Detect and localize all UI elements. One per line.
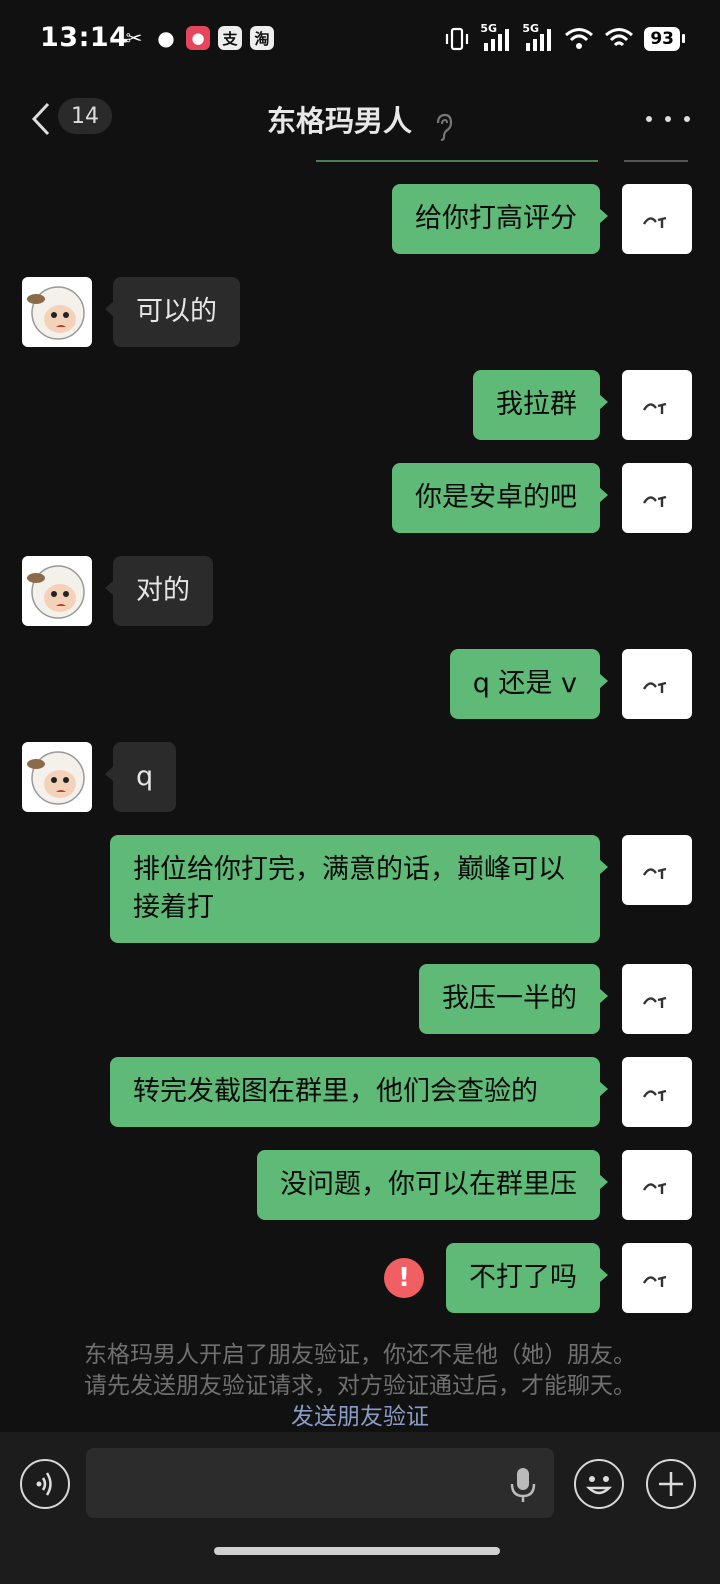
ear-icon [436,113,453,141]
voice-wave-icon [36,1472,52,1496]
message-row: q [0,742,720,814]
message-row: 我压一半的 [0,964,720,1036]
more-functions-button[interactable] [646,1459,696,1509]
flame-icon: ● [157,26,175,50]
clipped-avatar-edge [624,160,688,162]
my-avatar[interactable] [622,370,692,440]
status-time: 13:14 [40,22,129,53]
outgoing-bubble[interactable]: 你是安卓的吧 [392,463,608,533]
message-row: ! 不打了吗 [0,1243,720,1315]
outgoing-bubble[interactable]: 没问题，你可以在群里压 [257,1150,608,1220]
message-row: 转完发截图在群里，他们会查验的 [0,1057,720,1129]
clipped-bubble-edge [316,160,598,162]
my-avatar[interactable] [622,1150,692,1220]
outgoing-bubble[interactable]: 给你打高评分 [392,184,608,254]
friend-verification-notice: 东格玛男人开启了朋友验证，你还不是他（她）朋友。 请先发送朋友验证请求，对方验证… [0,1340,720,1433]
incoming-bubble[interactable]: 可以的 [105,277,240,347]
voice-mode-button[interactable] [20,1459,70,1509]
message-row: 可以的 [0,277,720,349]
hotspot-icon [565,28,594,49]
send-failed-icon[interactable]: ! [384,1258,424,1298]
home-indicator[interactable] [214,1547,500,1555]
social-app-icon: ● [186,26,210,50]
message-row: 我拉群 [0,370,720,442]
emoji-button[interactable] [574,1459,624,1509]
outgoing-bubble[interactable]: 我拉群 [473,370,608,440]
my-avatar[interactable] [622,835,692,905]
signal-icon-2: 5G [522,22,554,52]
more-options-button[interactable] [646,102,690,136]
chat-title[interactable]: 东格玛男人 [267,104,412,138]
emoji-icon [585,1476,613,1495]
input-bar [0,1432,720,1584]
title-wrap: 东格玛男人 [0,98,720,141]
my-avatar[interactable] [622,964,692,1034]
outgoing-bubble[interactable]: 不打了吗 [446,1243,608,1313]
contact-avatar[interactable] [22,742,92,812]
microphone-icon[interactable] [508,1466,538,1504]
message-input[interactable] [86,1448,554,1518]
my-avatar[interactable] [622,184,692,254]
outgoing-bubble[interactable]: 转完发截图在群里，他们会查验的 [110,1057,608,1127]
notice-line-2: 请先发送朋友验证请求，对方验证通过后，才能聊天。 [84,1373,636,1399]
taobao-icon: 淘 [250,26,274,50]
incoming-bubble[interactable]: 对的 [105,556,213,626]
outgoing-bubble[interactable]: q 还是 v [449,649,609,719]
message-row: 你是安卓的吧 [0,463,720,535]
capcut-icon: ✂ [125,26,143,50]
outgoing-bubble[interactable]: 我压一半的 [419,964,608,1034]
wifi-icon [605,28,634,47]
message-row: q 还是 v [0,649,720,721]
contact-avatar[interactable] [22,277,92,347]
message-row: 对的 [0,556,720,628]
signal-icon-1: 5G [480,22,512,52]
status-app-icons: ✂ ● ● 支 淘 [122,26,274,50]
plus-icon [659,1472,683,1496]
my-avatar[interactable] [622,1243,692,1313]
outgoing-bubble[interactable]: 排位给你打完，满意的话，巅峰可以接着打 [110,835,608,943]
alipay-icon: 支 [218,26,242,50]
battery-indicator: 93 [644,27,685,51]
message-row: 排位给你打完，满意的话，巅峰可以接着打 [0,835,720,943]
status-bar: 13:14 ✂ ● ● 支 淘 5G 5G 93 [0,0,720,80]
my-avatar[interactable] [622,649,692,719]
vibrate-icon [446,27,469,51]
message-row: 给你打高评分 [0,184,720,256]
my-avatar[interactable] [622,463,692,533]
status-indicators: 5G 5G 93 [444,22,685,52]
my-avatar[interactable] [622,1057,692,1127]
send-friend-verification-link[interactable]: 发送朋友验证 [0,1402,720,1433]
contact-avatar[interactable] [22,556,92,626]
chat-header: 14 东格玛男人 [0,80,720,158]
message-row: 没问题，你可以在群里压 [0,1150,720,1222]
notice-line-1: 东格玛男人开启了朋友验证，你还不是他（她）朋友。 [84,1342,636,1368]
incoming-bubble[interactable]: q [104,742,177,812]
